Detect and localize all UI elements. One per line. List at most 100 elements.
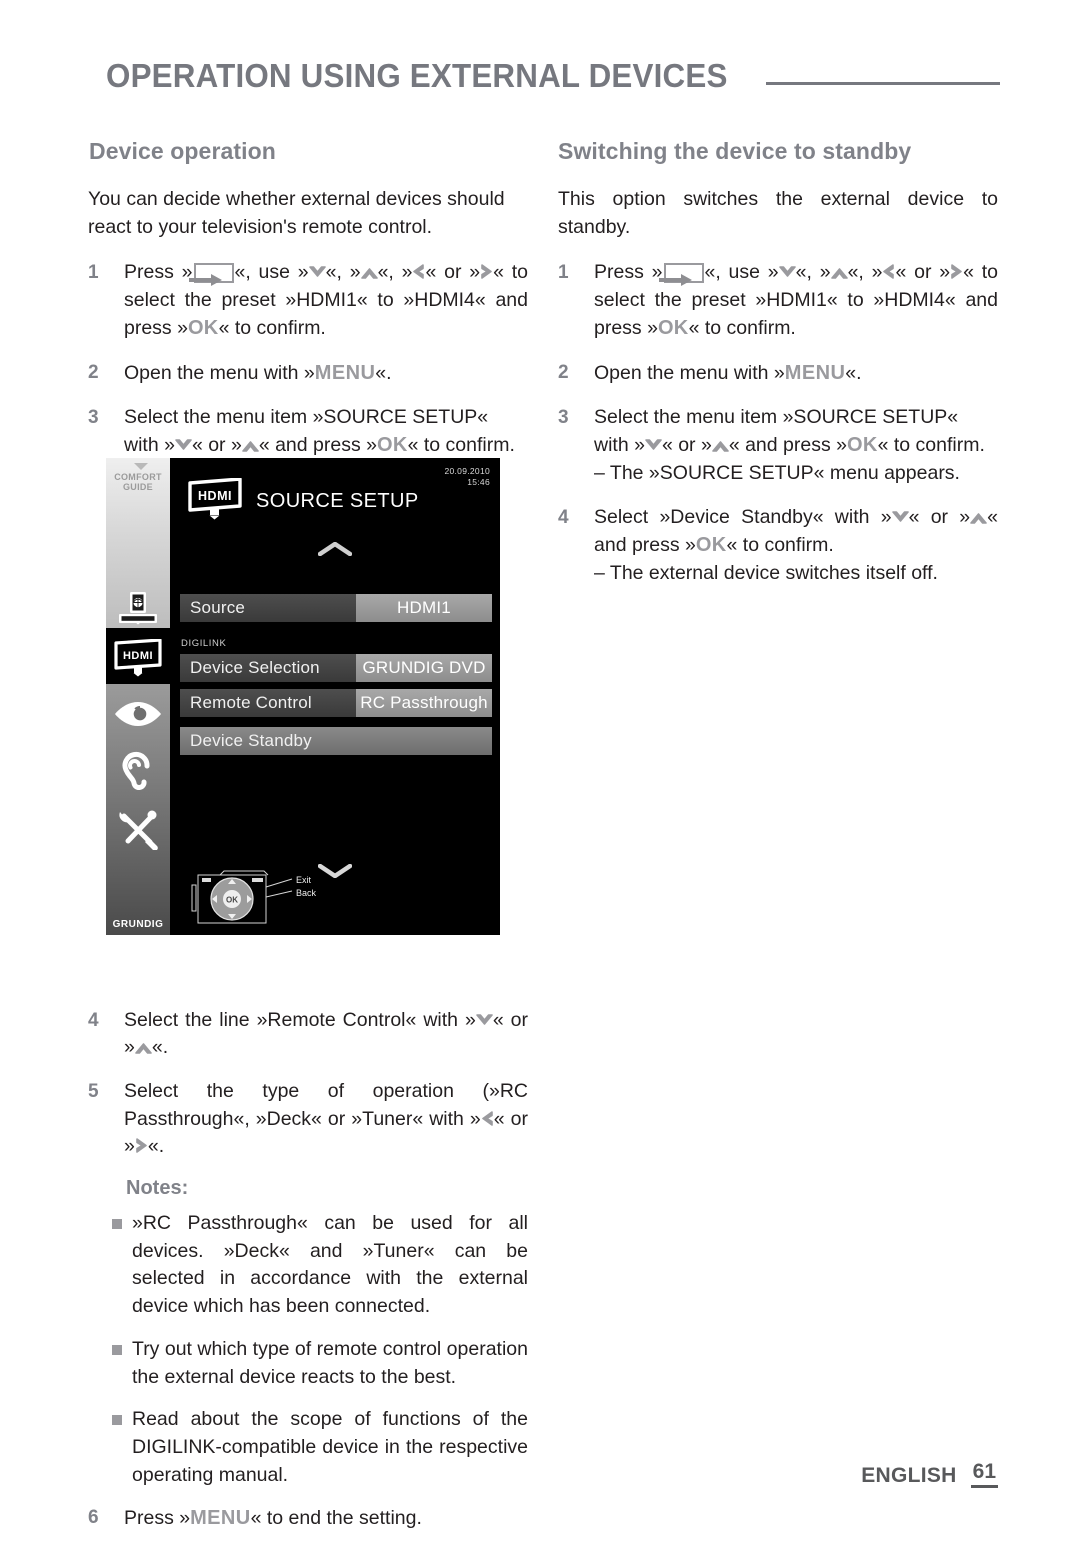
brand-logo: GRUNDIG [112,919,164,930]
step-number: 4 [558,506,569,528]
ok-key-label: OK [695,534,727,557]
row-value[interactable]: HDMI1 [356,594,492,622]
source-select-button-icon [658,262,704,286]
osd-main-panel: 20.09.2010 15:46 HDMI SOURCE SETUP Sourc… [170,458,500,935]
left-chevron-icon [882,264,895,279]
bullet-square-icon [112,1406,132,1489]
ok-key-label: OK [847,434,878,457]
step-text: Select the menu item »SOURCE SETUP« with… [594,404,998,488]
left-step-5: 5 Select the type of operation (»RC Pass… [88,1078,528,1161]
step-number: 3 [558,406,569,428]
step-text-end: «. [845,361,862,384]
right-lead-paragraph: This option switches the external device… [558,188,998,239]
up-chevron-icon [360,266,378,279]
step-text-pre: Press » [594,260,663,283]
right-column: Switching the device to standby This opt… [558,138,998,604]
up-chevron-icon [712,439,729,453]
osd-sidebar: COMFORT GUIDE HDMI GRUNDIG [106,458,170,935]
comfort-guide-label: COMFORT GUIDE [114,472,162,493]
note-text: Try out which type of remote control ope… [132,1337,528,1388]
down-chevron-icon [891,510,909,524]
menu-key-label: MENU [314,361,376,384]
step-text-mid1: « or » [908,505,971,528]
down-chevron-icon [645,439,662,452]
step-text-pre: Press » [124,1507,191,1530]
note-item: Read about the scope of functions of the… [88,1406,528,1489]
back-label: Back [296,888,317,898]
row-label: Device Selection [190,658,320,677]
source-select-button-icon [188,262,234,286]
svg-text:HDMI: HDMI [123,650,153,662]
step-number: 6 [88,1507,99,1529]
step-text-mid1: « or » [661,434,712,457]
left-step-4: 4 Select the line »Remote Control« with … [88,1007,528,1062]
step-text-end: « to confirm. [688,317,796,340]
scroll-up-triangle-icon [134,463,148,470]
step-text-pre: Open the menu with » [124,361,315,384]
step-sub-note: – The »SOURCE SETUP« menu appears. [594,461,960,484]
menu-row-remote-control[interactable]: Remote Control RC Passthrough [180,689,492,717]
scroll-up-caret-icon[interactable] [317,541,353,561]
step-text: Press » «, use » «, » «, » « or » « to select… [594,259,998,343]
left-section-heading: Device operation [89,138,276,164]
menu-row-device-standby[interactable]: Device Standby [180,727,492,755]
up-chevron-icon [242,439,259,453]
svg-text:HDMI: HDMI [198,489,232,503]
down-chevron-icon [476,1013,493,1027]
step-text-mid2: «, » [325,260,361,283]
note-text: »RC Passthrough« can be used for all dev… [132,1212,528,1318]
down-chevron-icon [778,266,796,279]
page-title: OPERATION USING EXTERNAL DEVICES [106,57,728,94]
right-step-3: 3 Select the menu item »SOURCE SETUP« wi… [558,404,998,488]
row-label: Remote Control [190,693,312,712]
ok-key-label: OK [657,317,689,340]
step-text-end: « to confirm. [726,534,834,557]
step-text-pre: Select »Device Standby« with » [594,505,892,528]
step-text-end: « to end the setting. [250,1507,422,1530]
right-section-heading: Switching the device to standby [558,138,912,164]
note-item: Try out which type of remote control ope… [88,1336,528,1391]
left-step-1: 1 Press » «, use » «, » «, » « or » « to sele… [88,259,528,343]
step-text-mid2: «, » [795,260,831,283]
up-chevron-icon [970,511,987,524]
step-number: 1 [558,261,569,283]
manual-page: OPERATION USING EXTERNAL DEVICES Device … [0,0,1080,1532]
step-text-pre: Open the menu with » [594,361,785,384]
down-chevron-icon [308,266,326,279]
right-chevron-icon [135,1138,148,1154]
step-sub-note: – The external device switches itself of… [594,562,938,584]
step-text-pre: Press » [124,260,193,283]
up-chevron-icon [830,266,848,279]
step-number: 2 [558,361,569,383]
menu-key-label: MENU [190,1507,251,1530]
note-text: Read about the scope of functions of the… [132,1408,528,1486]
exit-label: Exit [296,875,312,885]
step-text-mid1: «, use » [234,260,309,283]
step-text-mid2: « and press » [728,434,847,457]
step-text-mid4: « or » [895,260,951,283]
tools-settings-icon[interactable] [106,806,170,852]
step-text-mid1: «, use » [704,260,779,283]
menu-row-source[interactable]: Source HDMI1 [180,594,492,622]
right-step-2: 2 Open the menu with »MENU«. [558,359,998,388]
step-number: 5 [88,1081,99,1102]
step-text-end: « to confirm. [877,434,985,457]
step-text-end: « to confirm. [407,434,515,457]
menu-row-device-selection[interactable]: Device Selection GRUNDIG DVD [180,654,492,682]
step-text-pre: Select the type of operation (»RC Passth… [124,1080,528,1130]
ear-sound-icon[interactable] [106,750,170,796]
eye-picture-icon[interactable] [106,696,170,732]
hdmi-icon[interactable]: HDMI [106,638,170,678]
source-tv-icon[interactable] [106,586,170,630]
step-text-mid3: «, » [847,260,883,283]
right-step-1: 1 Press » «, use » «, » «, » « or » « to sele… [558,259,998,343]
left-chevron-icon [481,1110,494,1126]
step-text-mid3: «, » [377,260,413,283]
step-text-mid4: « or » [425,260,481,283]
hdmi-title-icon: HDMI [186,477,244,525]
row-value[interactable]: GRUNDIG DVD [356,654,492,682]
header-rule [766,81,1000,85]
notes-heading: Notes: [126,1177,189,1200]
remote-hint-graphic: OK Exit Back [184,869,364,929]
row-value[interactable]: RC Passthrough [356,689,492,717]
